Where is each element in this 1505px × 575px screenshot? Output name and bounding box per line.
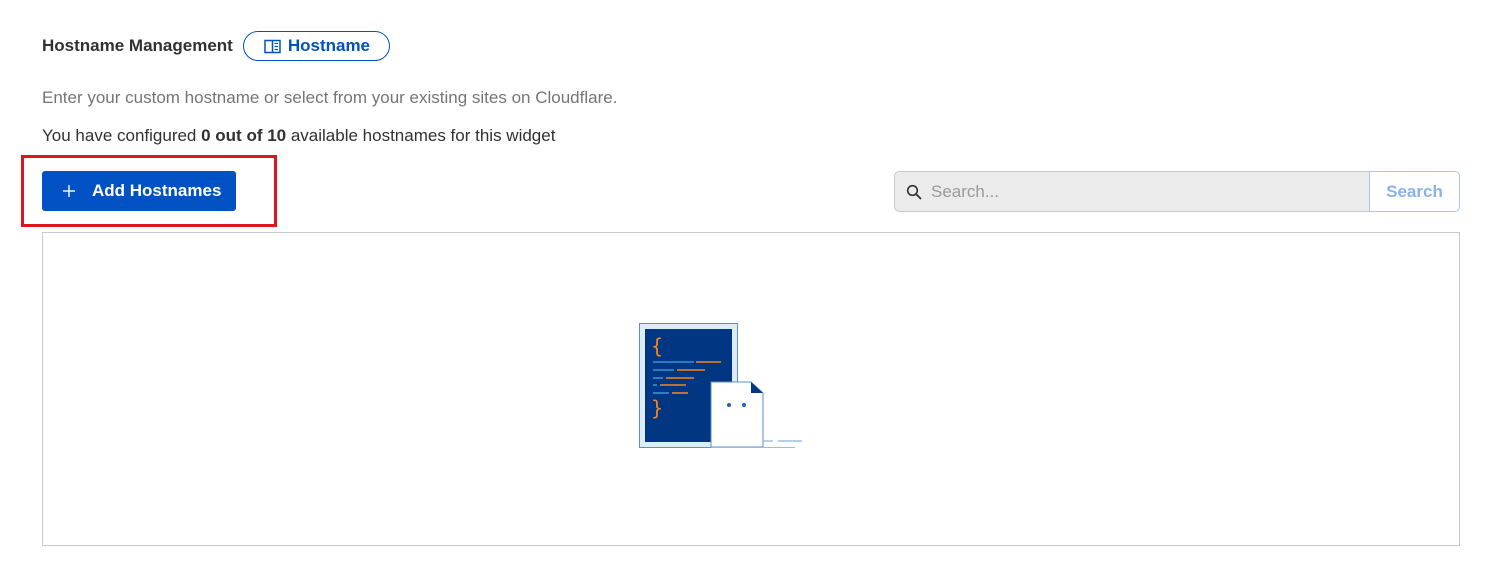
book-icon: [264, 39, 281, 54]
add-hostnames-button[interactable]: Add Hostnames: [42, 171, 236, 211]
description-text: Enter your custom hostname or select fro…: [42, 88, 618, 107]
usage-suffix: available hostnames for this widget: [286, 126, 556, 145]
usage-summary: You have configured 0 out of 10 availabl…: [42, 126, 555, 146]
search-field[interactable]: [894, 171, 1369, 212]
search-input[interactable]: [931, 181, 1351, 202]
svg-text:{: {: [651, 334, 663, 358]
search-button[interactable]: Search: [1369, 171, 1460, 212]
svg-text:}: }: [651, 396, 663, 420]
page-title: Hostname Management: [42, 36, 233, 55]
hostname-docs-link[interactable]: Hostname: [242, 31, 391, 61]
search-icon: [906, 184, 922, 200]
empty-state-illustration: { }: [639, 323, 807, 451]
plus-icon: [62, 184, 76, 198]
add-hostnames-label: Add Hostnames: [92, 181, 222, 200]
header: Hostname Management Hostname: [42, 31, 391, 61]
search-bar: Search: [894, 171, 1460, 212]
usage-prefix: You have configured: [42, 126, 202, 145]
hostnames-list-panel: { }: [42, 232, 1460, 546]
hostname-docs-label: Hostname: [287, 36, 371, 55]
usage-count: 0 out of 10: [201, 126, 287, 145]
